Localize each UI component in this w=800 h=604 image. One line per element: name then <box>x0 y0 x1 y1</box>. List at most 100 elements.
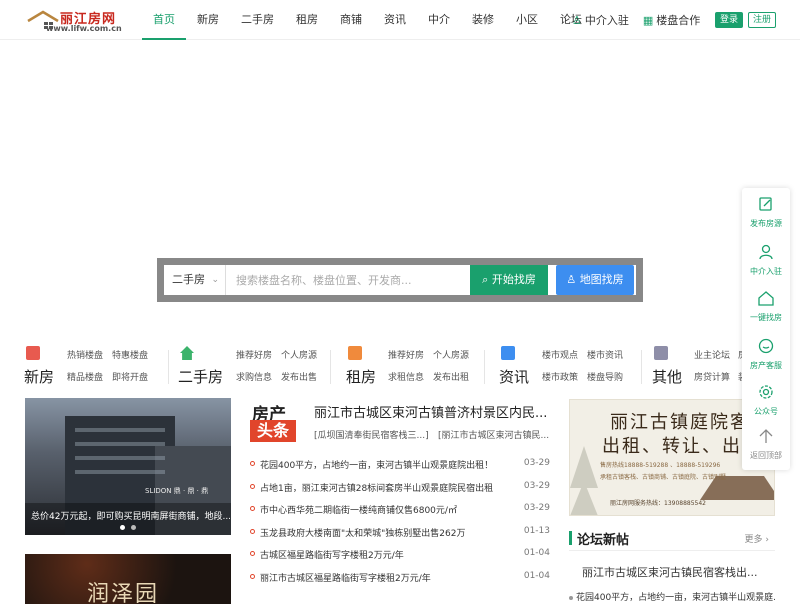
category-link[interactable]: 业主论坛 <box>694 348 730 361</box>
list-item[interactable]: 古城区福星路临街写字楼租2万元/年 01-04 <box>250 546 550 569</box>
agent-join-link[interactable]: ♙ 中介入驻 <box>572 12 629 28</box>
category-link[interactable]: 精品楼盘 <box>67 370 103 383</box>
list-item[interactable]: 丽江市古城区福星路临街写字楼租2万元/年 01-04 <box>250 569 550 592</box>
news-date: 01-04 <box>523 570 550 581</box>
category-link[interactable]: 即将开盘 <box>112 370 148 383</box>
headline-badge-bottom: 头条 <box>250 420 296 442</box>
slider-dot[interactable] <box>120 525 125 530</box>
start-search-button[interactable]: ⌕ 开始找房 <box>470 265 548 295</box>
category-link[interactable]: 求购信息 <box>236 370 272 383</box>
category-name[interactable]: 其他 <box>652 366 682 387</box>
category-bar: 新房 热销楼盘 特惠楼盘 精品楼盘 即将开盘 二手房 推荐好房 个人房源 求购信… <box>24 344 784 388</box>
forum-top-post[interactable]: 丽江市古城区束河古镇民宿客栈出... <box>582 564 768 580</box>
user-icon <box>759 244 773 260</box>
nav-agents[interactable]: 中介 <box>417 0 461 40</box>
section-marker <box>569 531 572 545</box>
category-link[interactable]: 楼市资讯 <box>587 348 623 361</box>
nav-home[interactable]: 首页 <box>142 0 186 40</box>
headline-title[interactable]: 丽江市古城区束河古镇普济村景区内民... <box>314 402 550 421</box>
category-link[interactable]: 楼盘导购 <box>587 370 623 383</box>
gear-icon <box>759 385 773 399</box>
banner-line4: 承租古镇客栈、古镇商铺、古镇庭院、古镇别墅 <box>600 474 727 481</box>
news-title[interactable]: 占地1亩，丽江束河古镇28标间套房半山观景庭院民宿出租 <box>260 481 522 494</box>
headline-sub-link[interactable]: [瓜坝国清奉街民宿客栈三...] <box>314 428 429 441</box>
category-link[interactable]: 热销楼盘 <box>67 348 103 361</box>
category-name[interactable]: 二手房 <box>178 366 223 387</box>
bullet-icon <box>250 461 255 466</box>
list-item[interactable]: 市中心西华苑二期临街一楼纯商铺仅售6800元/㎡ 03-29 <box>250 501 550 524</box>
news-title[interactable]: 玉龙县政府大楼南面"太和荣城"独栋别墅出售262万 <box>260 526 522 539</box>
nav-second-hand[interactable]: 二手房 <box>230 0 285 40</box>
slider-dot[interactable] <box>131 525 136 530</box>
category-link[interactable]: 楼市观点 <box>542 348 578 361</box>
news-title[interactable]: 古城区福星路临街写字楼租2万元/年 <box>260 548 522 561</box>
forum-post[interactable]: 花园400平方，占地约一亩，束河古镇半山观景庭... <box>569 590 775 603</box>
nav-rent[interactable]: 租房 <box>285 0 329 40</box>
agent-join-float-button[interactable]: 中介入驻 <box>742 240 790 286</box>
category-name[interactable]: 新房 <box>24 366 54 387</box>
nav-news[interactable]: 资讯 <box>373 0 417 40</box>
category-link[interactable]: 特惠楼盘 <box>112 348 148 361</box>
news-title[interactable]: 市中心西华苑二期临街一楼纯商铺仅售6800元/㎡ <box>260 503 522 516</box>
logo[interactable]: 丽江房网 www.lifw.com.cn <box>26 8 126 34</box>
slider-caption[interactable]: 总价42万元起，即可购买昆明南屏街商铺，地段... <box>25 503 231 535</box>
user-icon: ♙ <box>572 14 582 27</box>
search-type-select[interactable]: 二手房 ⌄ <box>164 265 226 295</box>
bullet-icon <box>569 595 573 600</box>
forum-more-link[interactable]: 更多 › <box>745 532 769 545</box>
chevron-down-icon: ⌄ <box>211 275 219 285</box>
login-button[interactable]: 登录 <box>715 12 743 28</box>
nav-shops[interactable]: 商铺 <box>329 0 373 40</box>
bullet-icon <box>250 528 255 534</box>
float-label: 中介入驻 <box>750 267 782 276</box>
publish-listing-button[interactable]: 发布房源 <box>742 192 790 238</box>
back-to-top-button[interactable]: 返回顶部 <box>742 424 790 470</box>
news-title[interactable]: 花园400平方，占地约一亩，束河古镇半山观景庭院出租！ <box>260 458 522 471</box>
window-band <box>75 428 165 432</box>
category-link[interactable]: 楼市政策 <box>542 370 578 383</box>
map-search-label: 地图找房 <box>579 273 624 286</box>
news-title[interactable]: 丽江市古城区福星路临街写字楼租2万元/年 <box>260 571 522 584</box>
category-link[interactable]: 个人房源 <box>281 348 317 361</box>
search-input[interactable] <box>230 265 470 295</box>
category-link[interactable]: 房贷计算 <box>694 370 730 383</box>
nav-new-house[interactable]: 新房 <box>186 0 230 40</box>
category-link[interactable]: 求租信息 <box>388 370 424 383</box>
news-list: 花园400平方，占地约一亩，束河古镇半山观景庭院出租！ 03-29 占地1亩，丽江… <box>250 456 550 591</box>
category-link[interactable]: 发布出售 <box>281 370 317 383</box>
category-link[interactable]: 推荐好房 <box>236 348 272 361</box>
news-date: 03-29 <box>523 480 550 491</box>
cooperation-label: 楼盘合作 <box>656 14 701 27</box>
wechat-account-button[interactable]: 公众号 <box>742 380 790 426</box>
map-user-icon: ♙ <box>566 273 577 286</box>
float-label: 一键找房 <box>750 313 782 322</box>
customer-service-button[interactable]: 房产客服 <box>742 334 790 380</box>
map-search-button[interactable]: ♙ 地图找房 <box>556 265 634 295</box>
category-link[interactable]: 发布出租 <box>433 370 469 383</box>
promo-image-2[interactable]: 润泽园 <box>25 554 231 604</box>
forum-post-title: 花园400平方，占地约一亩，束河古镇半山观景庭... <box>576 593 775 603</box>
headline-sub-link[interactable]: [丽江市古城区束河古镇民... <box>438 428 550 441</box>
list-item[interactable]: 占地1亩，丽江束河古镇28标间套房半山观景庭院民宿出租 03-29 <box>250 479 550 502</box>
cooperation-link[interactable]: ▦ 楼盘合作 <box>643 12 700 28</box>
promo-slider[interactable]: SLIDON 鼎 · 鼎 · 鼎 总价42万元起，即可购买昆明南屏街商铺，地段.… <box>25 398 231 535</box>
category-name[interactable]: 租房 <box>346 366 376 387</box>
category-name[interactable]: 资讯 <box>499 366 529 387</box>
divider <box>484 350 485 384</box>
category-new-house: 新房 热销楼盘 特惠楼盘 精品楼盘 即将开盘 <box>24 344 164 388</box>
list-item[interactable]: 花园400平方，占地约一亩，束河古镇半山观景庭院出租！ 03-29 <box>250 456 550 479</box>
slider-sign: SLIDON 鼎 · 鼎 · 鼎 <box>145 487 209 495</box>
slider-dots <box>120 525 136 530</box>
forum-title: 论坛新帖 <box>577 533 630 548</box>
quick-find-button[interactable]: 一键找房 <box>742 286 790 332</box>
category-link[interactable]: 个人房源 <box>433 348 469 361</box>
list-item[interactable]: 玉龙县政府大楼南面"太和荣城"独栋别墅出售262万 01-13 <box>250 524 550 547</box>
nav-decoration[interactable]: 装修 <box>461 0 505 40</box>
floating-side-panel: 发布房源 中介入驻 一键找房 房产客服 公众号 返回顶部 <box>742 188 790 470</box>
category-link[interactable]: 推荐好房 <box>388 348 424 361</box>
headline-badge: 房产 头条 <box>250 400 296 442</box>
nav-community[interactable]: 小区 <box>505 0 549 40</box>
register-button[interactable]: 注册 <box>748 12 776 28</box>
banner-line3: 售房热线18888-519288 、18888-519296 <box>600 462 721 469</box>
category-second-hand: 二手房 推荐好房 个人房源 求购信息 发布出售 <box>178 344 328 388</box>
